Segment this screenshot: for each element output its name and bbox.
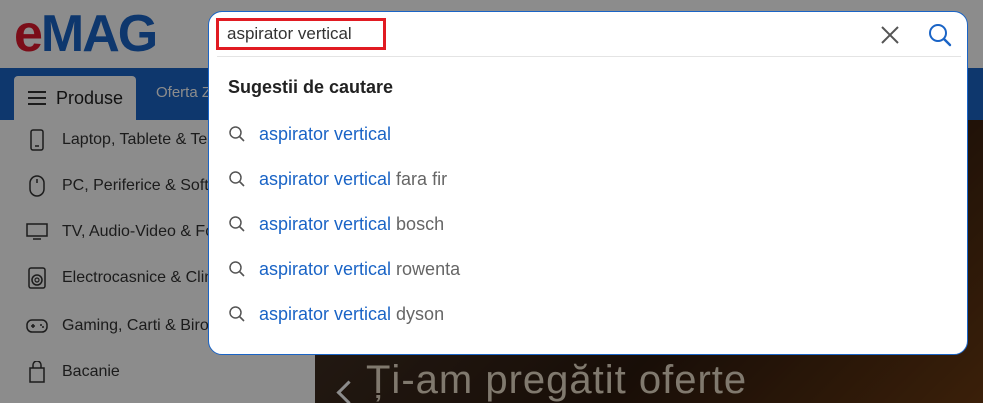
suggestion-query: aspirator vertical	[259, 303, 392, 324]
suggestion-item[interactable]: aspirator vertical rowenta	[228, 257, 460, 281]
suggestion-item[interactable]: aspirator vertical dyson	[228, 302, 444, 326]
suggestions-title: Sugestii de cautare	[228, 77, 394, 97]
search-input-value: aspirator vertical	[227, 24, 352, 43]
close-icon[interactable]	[879, 24, 901, 46]
suggestion-rest: rowenta	[391, 258, 461, 279]
search-icon	[229, 126, 245, 142]
search-icon[interactable]	[927, 22, 953, 48]
search-suggestions-popup: aspirator vertical Sugestii de cautare a…	[208, 11, 968, 355]
suggestion-rest: dyson	[391, 303, 445, 324]
suggestion-query: aspirator vertical	[259, 123, 392, 144]
suggestion-query: aspirator vertical	[259, 168, 392, 189]
suggestion-item[interactable]: aspirator vertical	[228, 122, 391, 146]
search-icon	[229, 261, 245, 277]
search-input[interactable]: aspirator vertical	[216, 18, 386, 50]
suggestion-item[interactable]: aspirator vertical bosch	[228, 212, 444, 236]
divider	[217, 56, 961, 57]
suggestion-rest: fara fir	[391, 168, 448, 189]
search-icon	[229, 216, 245, 232]
suggestion-rest: bosch	[391, 213, 445, 234]
suggestion-query: aspirator vertical	[259, 258, 392, 279]
suggestion-item[interactable]: aspirator vertical fara fir	[228, 167, 447, 191]
suggestion-query: aspirator vertical	[259, 213, 392, 234]
search-icon	[229, 306, 245, 322]
search-icon	[229, 171, 245, 187]
